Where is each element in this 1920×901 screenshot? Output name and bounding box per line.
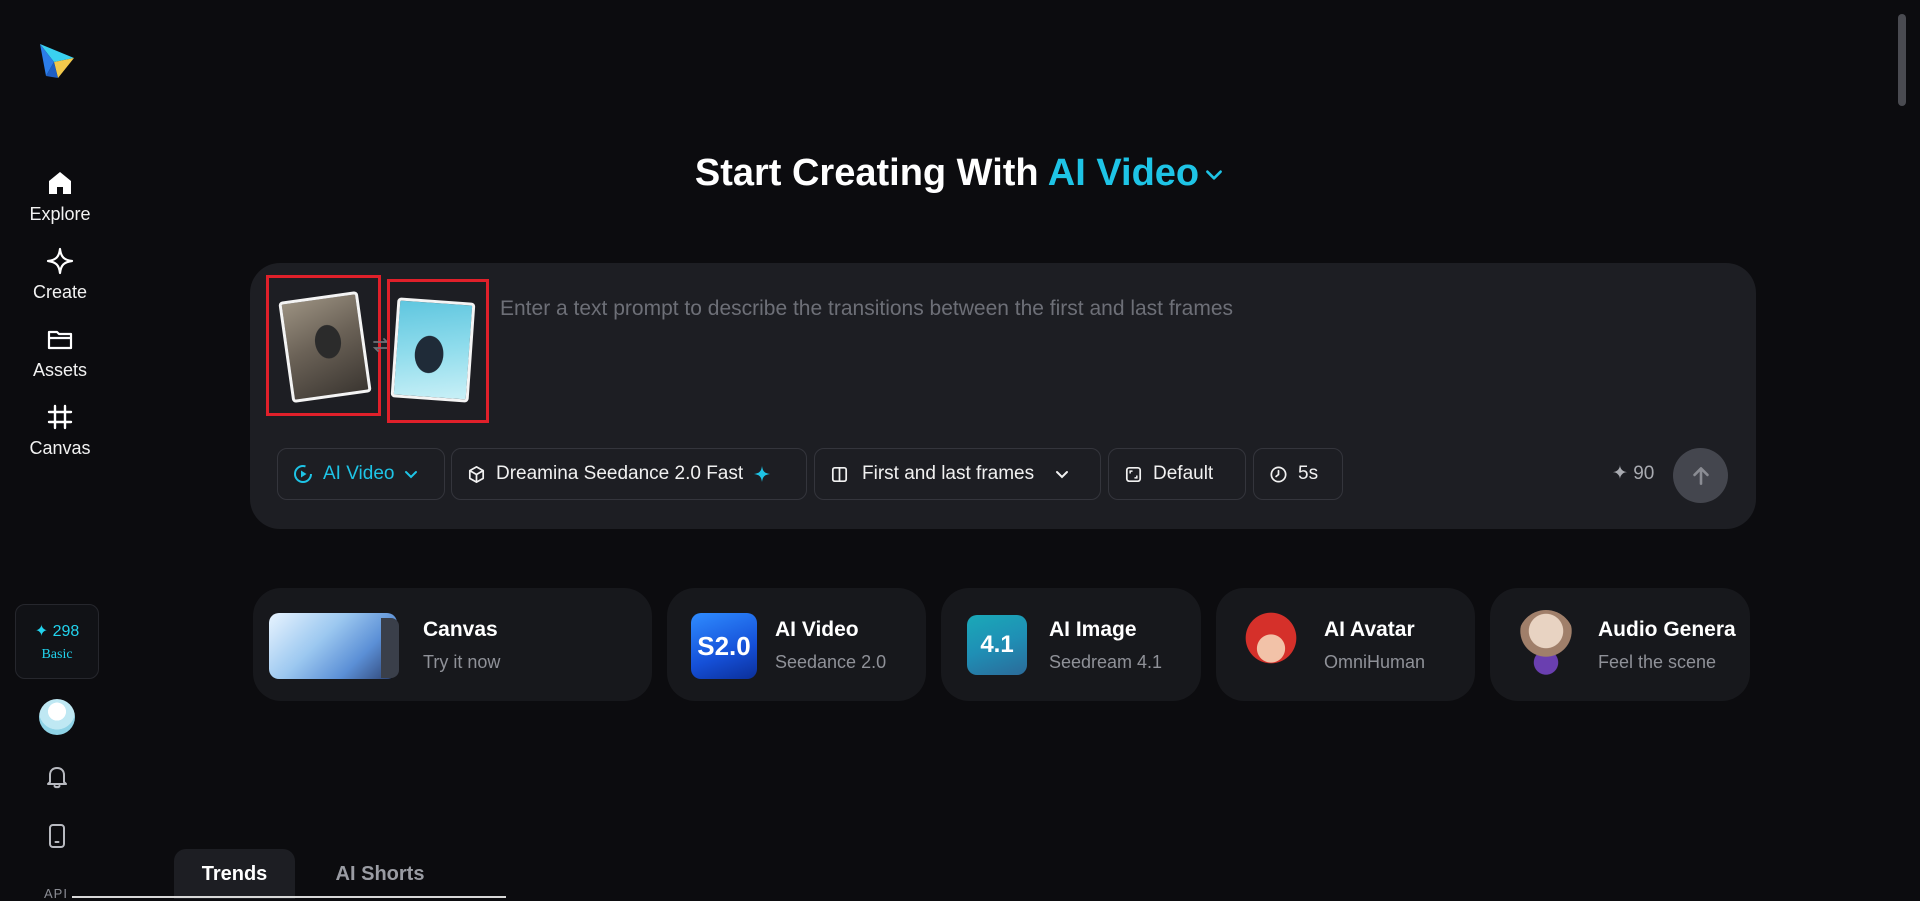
credits-count: ✦ 298 bbox=[34, 622, 80, 640]
feature-card-canvas[interactable]: Canvas Try it now bbox=[253, 588, 652, 701]
tab-label: Trends bbox=[201, 862, 268, 885]
star-icon: ✦ bbox=[1612, 463, 1628, 484]
sidebar-item-label: Assets bbox=[32, 360, 88, 380]
last-frame-image bbox=[390, 297, 476, 403]
cost-value: 90 bbox=[1633, 463, 1655, 484]
sparkle-icon bbox=[46, 247, 74, 275]
arrow-up-icon bbox=[1692, 466, 1709, 485]
seedance-logo: S2.0 bbox=[691, 613, 757, 679]
bell-icon bbox=[47, 767, 67, 789]
ratio-label: Default bbox=[1153, 463, 1214, 484]
aspect-ratio-button[interactable]: Default bbox=[1108, 448, 1246, 500]
model-selector[interactable]: Dreamina Seedance 2.0 Fast bbox=[451, 448, 807, 500]
mobile-app-button[interactable] bbox=[41, 820, 73, 852]
mobile-icon bbox=[49, 824, 65, 848]
frames-icon bbox=[831, 466, 848, 482]
credit-cost: ✦ 90 bbox=[1612, 462, 1654, 485]
app-logo[interactable] bbox=[36, 40, 78, 82]
avatar[interactable] bbox=[39, 699, 75, 735]
sidebar-item-label: Canvas bbox=[29, 438, 91, 458]
feature-title: AI Avatar bbox=[1324, 618, 1415, 641]
seedream-logo: 4.1 bbox=[967, 615, 1027, 675]
model-label: Dreamina Seedance 2.0 Fast bbox=[496, 463, 744, 484]
title-prefix: Start Creating With bbox=[694, 152, 1039, 194]
tab-trends[interactable]: Trends bbox=[174, 849, 295, 899]
mode-switcher[interactable]: AI Video bbox=[1048, 152, 1225, 194]
sidebar-item-canvas[interactable]: Canvas bbox=[12, 402, 108, 470]
generate-button[interactable] bbox=[1673, 448, 1728, 503]
paper-plane-icon bbox=[40, 44, 74, 78]
notifications-button[interactable] bbox=[41, 760, 73, 792]
frames-label: First and last frames bbox=[862, 463, 1035, 484]
tab-label: AI Shorts bbox=[335, 862, 425, 885]
badge-label: S2.0 bbox=[697, 630, 751, 661]
canvas-thumbnail bbox=[269, 613, 397, 679]
chevron-down-icon bbox=[1206, 170, 1223, 181]
feature-card-ai-video[interactable]: S2.0 AI Video Seedance 2.0 bbox=[667, 588, 926, 701]
feature-title: Canvas bbox=[423, 618, 498, 641]
canvas-thumbnail-back bbox=[381, 618, 399, 678]
tab-ai-shorts[interactable]: AI Shorts bbox=[316, 849, 444, 899]
feature-card-audio[interactable]: Audio Genera Feel the scene bbox=[1490, 588, 1750, 701]
sidebar-item-label: Create bbox=[32, 282, 88, 302]
feature-subtitle: Try it now bbox=[423, 652, 501, 672]
feature-title: AI Image bbox=[1049, 618, 1137, 641]
page-title: Start Creating With AI Video bbox=[0, 152, 1920, 196]
mode-label: AI Video bbox=[323, 463, 395, 484]
mode-dropdown[interactable]: AI Video bbox=[277, 448, 445, 500]
feature-subtitle: Feel the scene bbox=[1598, 652, 1717, 672]
feature-subtitle: OmniHuman bbox=[1324, 652, 1426, 672]
sidebar-item-create[interactable]: Create bbox=[12, 246, 108, 314]
chevron-down-icon bbox=[1056, 471, 1069, 479]
folder-icon bbox=[47, 330, 73, 350]
video-play-icon bbox=[294, 465, 312, 483]
credits-badge[interactable]: ✦ 298 Basic bbox=[15, 604, 99, 679]
frames-mode-dropdown[interactable]: First and last frames bbox=[814, 448, 1101, 500]
page-scrollbar[interactable] bbox=[1898, 14, 1906, 106]
duration-button[interactable]: 5s bbox=[1253, 448, 1343, 500]
title-accent: AI Video bbox=[1047, 152, 1200, 194]
feature-subtitle: Seedream 4.1 bbox=[1049, 652, 1163, 672]
microphone-icon bbox=[1518, 610, 1574, 680]
clock-icon bbox=[1270, 465, 1287, 483]
frame-icon bbox=[47, 404, 73, 430]
chevron-down-icon bbox=[405, 471, 418, 479]
sparkle-icon bbox=[754, 466, 771, 482]
duration-label: 5s bbox=[1298, 463, 1319, 484]
feature-card-ai-avatar[interactable]: AI Avatar OmniHuman bbox=[1216, 588, 1475, 701]
sidebar-item-assets[interactable]: Assets bbox=[12, 324, 108, 392]
plan-label: Basic bbox=[41, 646, 73, 662]
prompt-input[interactable] bbox=[498, 288, 1722, 330]
feature-card-ai-image[interactable]: 4.1 AI Image Seedream 4.1 bbox=[941, 588, 1201, 701]
feature-title: AI Video bbox=[775, 618, 859, 641]
cube-icon bbox=[468, 465, 485, 483]
first-frame-image bbox=[278, 290, 372, 404]
feature-title: Audio Genera bbox=[1598, 618, 1736, 641]
feature-subtitle: Seedance 2.0 bbox=[775, 652, 887, 672]
aspect-ratio-icon bbox=[1125, 466, 1142, 482]
badge-label: 4.1 bbox=[980, 631, 1014, 658]
sidebar-item-label: Explore bbox=[29, 204, 91, 224]
api-link[interactable]: API bbox=[44, 886, 68, 901]
avatar-character-image bbox=[1240, 610, 1302, 680]
